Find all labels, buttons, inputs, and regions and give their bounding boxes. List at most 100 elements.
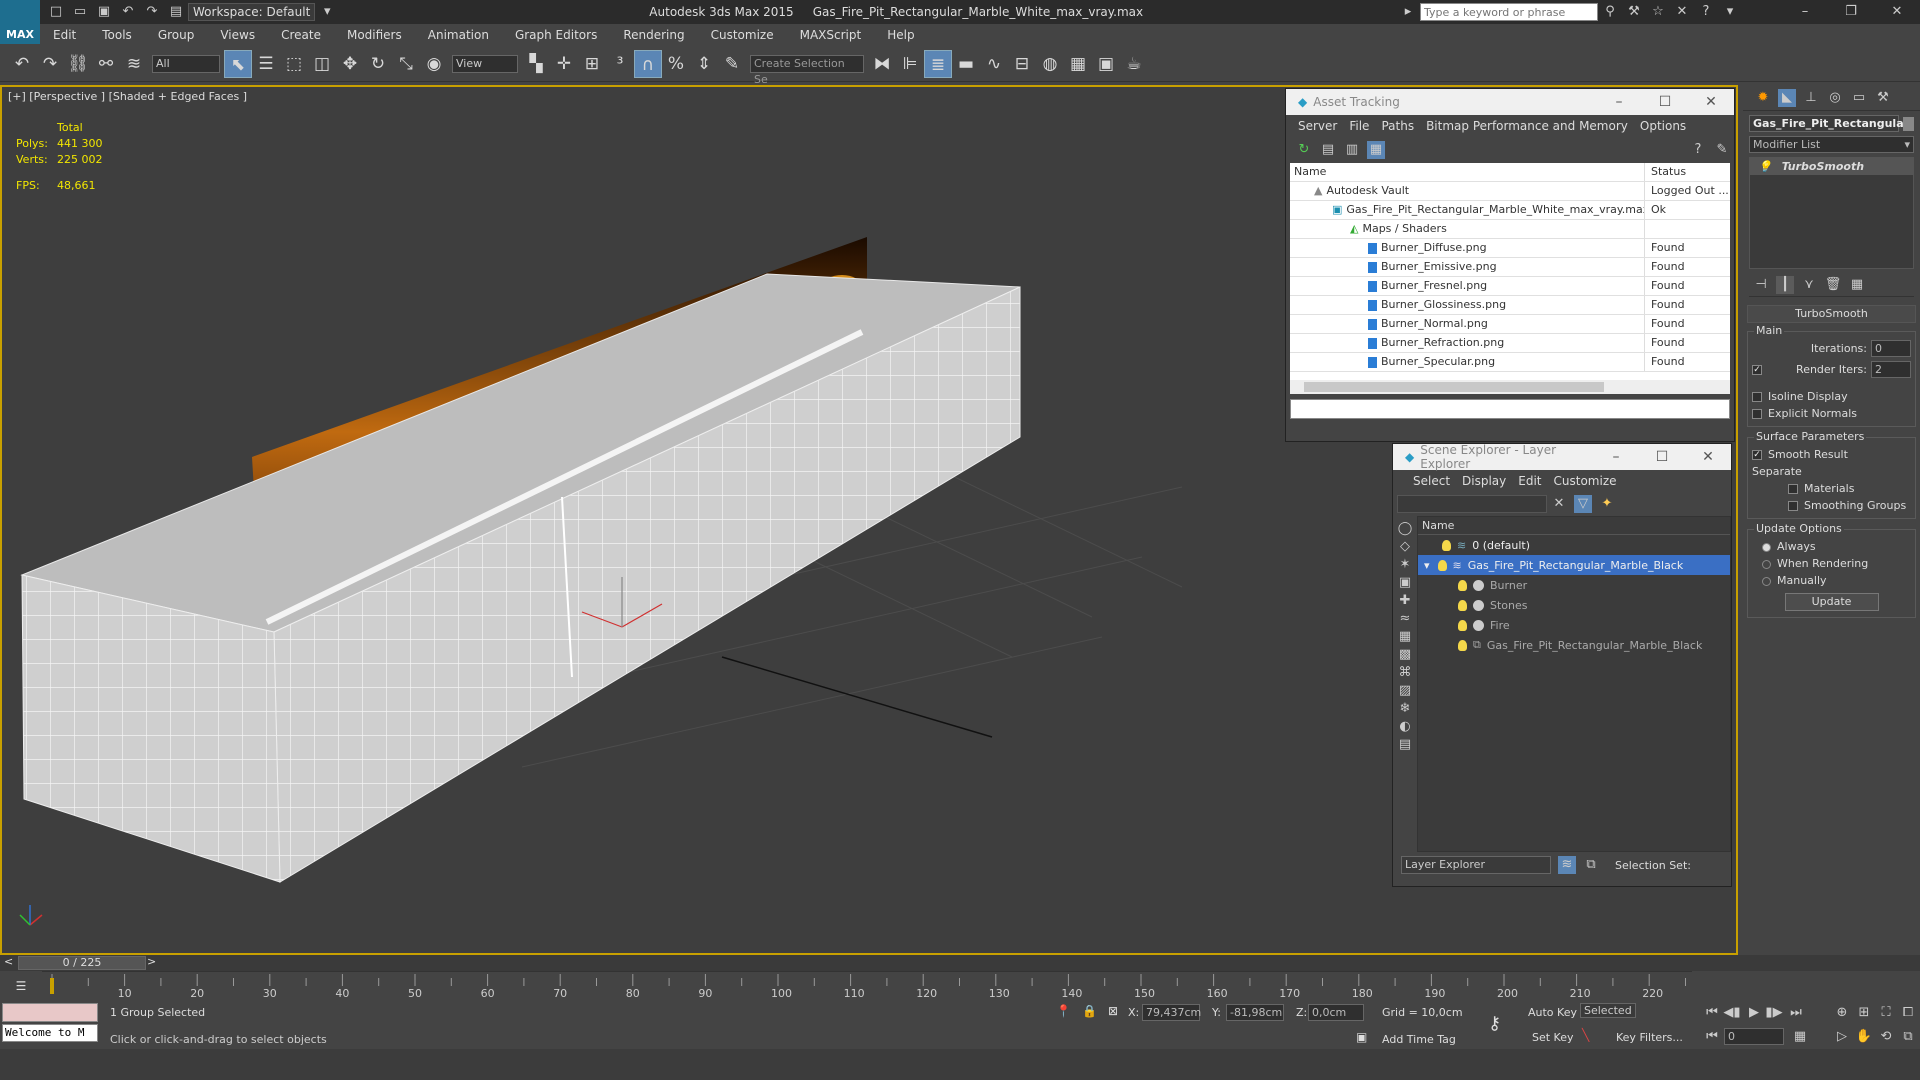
cameras-filter-icon[interactable]: ▣ (1396, 574, 1414, 592)
set-key-button[interactable]: Set Key (1532, 1031, 1574, 1044)
link-icon[interactable]: ⛓ (64, 50, 92, 78)
bind-space-warp-icon[interactable]: ≋ (120, 50, 148, 78)
keyboard-shortcut-icon[interactable]: ⊞ (578, 50, 606, 78)
modifier-list-dropdown[interactable]: Modifier List ▾ (1749, 136, 1914, 153)
menu-edit[interactable]: Edit (40, 28, 89, 42)
rect-selection-icon[interactable]: ⬚ (280, 50, 308, 78)
add-time-tag[interactable]: Add Time Tag (1382, 1033, 1456, 1046)
menu-tools[interactable]: Tools (89, 28, 145, 42)
settings-icon[interactable]: ✎ (1713, 141, 1731, 159)
isoline-checkbox[interactable] (1752, 392, 1762, 402)
menu-help[interactable]: Help (874, 28, 927, 42)
light-bulb-icon[interactable] (1458, 579, 1467, 591)
next-key-icon[interactable]: ▮▶ (1765, 1004, 1783, 1022)
project-folder-icon[interactable]: ▤ (167, 3, 185, 21)
render-iters-spinner[interactable]: 2 (1871, 361, 1911, 378)
set-key-icon[interactable]: ╲ (1582, 1028, 1589, 1042)
object-row[interactable]: ⧉ Gas_Fire_Pit_Rectangular_Marble_Black (1418, 635, 1730, 655)
render-iters-checkbox[interactable]: ✓ (1752, 364, 1762, 375)
scale-icon[interactable]: ⤡ (392, 50, 420, 78)
minimize-icon[interactable]: – (1785, 3, 1825, 21)
zoom-icon[interactable]: ⊕ (1833, 1004, 1851, 1022)
lights-filter-icon[interactable]: ✶ (1396, 556, 1414, 574)
workspace-chevron-icon[interactable]: ▾ (318, 3, 336, 21)
open-file-icon[interactable]: ▭ (71, 3, 89, 21)
le-menu-customize[interactable]: Customize (1548, 474, 1623, 488)
layer-name-header[interactable]: Name (1418, 517, 1730, 535)
maximize-icon[interactable]: ☐ (1639, 449, 1685, 465)
create-tab-icon[interactable]: ✹ (1754, 89, 1772, 107)
layer-manager-icon[interactable]: ≣ (924, 49, 952, 78)
pivot-icon[interactable]: ▚ (522, 50, 550, 78)
render-icon[interactable]: ☕ (1120, 50, 1148, 78)
layer-row-default[interactable]: ≋ 0 (default) (1418, 535, 1730, 555)
orbit-icon[interactable]: ⟲ (1877, 1028, 1895, 1046)
explorer-type-dropdown[interactable]: Layer Explorer (1401, 856, 1551, 874)
light-bulb-icon[interactable] (1458, 599, 1467, 611)
smooth-result-checkbox[interactable]: ✓ (1752, 450, 1762, 460)
light-bulb-icon[interactable] (1458, 639, 1467, 651)
auto-key-button[interactable]: Auto Key (1528, 1006, 1577, 1019)
time-tag-icon[interactable]: ▣ (1356, 1030, 1367, 1044)
clear-search-icon[interactable]: ✕ (1550, 495, 1568, 513)
object-row[interactable]: Stones (1418, 595, 1730, 615)
le-menu-edit[interactable]: Edit (1512, 474, 1547, 488)
motion-tab-icon[interactable]: ◎ (1826, 89, 1844, 107)
layers-mode-icon[interactable]: ≋ (1558, 856, 1576, 874)
stack-item-turbosmooth[interactable]: 💡 TurboSmooth (1750, 158, 1913, 175)
col-name-header[interactable]: Name (1290, 163, 1645, 181)
at-menu-bitmap[interactable]: Bitmap Performance and Memory (1420, 119, 1634, 133)
maxscript-listener-field[interactable] (2, 1003, 98, 1022)
spacewarps-filter-icon[interactable]: ≈ (1396, 610, 1414, 628)
menu-graph-editors[interactable]: Graph Editors (502, 28, 610, 42)
maximize-viewport-icon[interactable]: ⧉ (1899, 1028, 1917, 1046)
track-bar[interactable]: 10 20 30 40 50 60 70 80 90 100 110 120 130 140 150 160 1… (42, 971, 1692, 1001)
light-bulb-icon[interactable] (1458, 619, 1467, 631)
y-coord-field[interactable]: -81,98cm (1226, 1004, 1284, 1021)
bones-filter-icon[interactable]: ⌘ (1396, 664, 1414, 682)
z-coord-field[interactable]: 0,0cm (1308, 1004, 1364, 1021)
rotate-icon[interactable]: ↻ (364, 50, 392, 78)
pin-stack-icon[interactable]: ⊣ (1752, 276, 1770, 294)
turbosmooth-rollout[interactable]: TurboSmooth (1747, 305, 1916, 323)
table-row[interactable]: Burner_Diffuse.png Found (1290, 239, 1730, 258)
field-of-view-icon[interactable]: ▷ (1833, 1028, 1851, 1046)
curve-editor-icon[interactable]: ∿ (980, 50, 1008, 78)
list-view-icon[interactable]: ▤ (1319, 141, 1337, 159)
minimize-icon[interactable]: – (1596, 94, 1642, 110)
isolate-pin-icon[interactable]: 📍 (1056, 1004, 1071, 1018)
containers-filter-icon[interactable]: ▨ (1396, 682, 1414, 700)
key-filters-button[interactable]: Key Filters... (1616, 1031, 1683, 1044)
zoom-all-icon[interactable]: ⊞ (1855, 1004, 1873, 1022)
align-icon[interactable]: ⊫ (896, 50, 924, 78)
frozen-filter-icon[interactable]: ❄ (1396, 700, 1414, 718)
menu-modifiers[interactable]: Modifiers (334, 28, 415, 42)
table-row[interactable]: Burner_Fresnel.png Found (1290, 277, 1730, 296)
object-color-swatch[interactable] (1903, 116, 1914, 131)
layer-search-input[interactable] (1397, 495, 1547, 513)
table-row[interactable]: ▲ Autodesk Vault Logged Out ... (1290, 182, 1730, 201)
menu-maxscript[interactable]: MAXScript (787, 28, 875, 42)
col-status-header[interactable]: Status (1645, 163, 1730, 181)
manually-radio[interactable] (1762, 576, 1771, 586)
when-rendering-radio[interactable] (1762, 559, 1771, 569)
spinner-snap-icon[interactable]: ⇕ (690, 50, 718, 78)
utilities-tab-icon[interactable]: ⚒ (1874, 89, 1892, 107)
layer-row-selected[interactable]: ▾ ≋ Gas_Fire_Pit_Rectangular_Marble_Black (1418, 555, 1730, 575)
menu-create[interactable]: Create (268, 28, 334, 42)
display-all-icon[interactable]: ▤ (1396, 736, 1414, 754)
explicit-normals-checkbox[interactable] (1752, 409, 1762, 419)
window-crossing-icon[interactable]: ◫ (308, 50, 336, 78)
shapes-filter-icon[interactable]: ◇ (1396, 538, 1414, 556)
find-icon[interactable]: ✦ (1598, 495, 1616, 513)
update-button[interactable]: Update (1784, 593, 1879, 611)
redo-icon[interactable]: ↷ (143, 3, 161, 21)
filter-icon[interactable]: ▽ (1574, 495, 1592, 513)
ref-coord-dropdown[interactable]: View (452, 54, 518, 73)
next-frame-icon[interactable]: > (147, 955, 156, 968)
remove-modifier-icon[interactable]: 🗑 (1824, 276, 1842, 294)
help-chevron-icon[interactable]: ▾ (1721, 3, 1739, 21)
horizontal-scrollbar[interactable] (1290, 380, 1730, 394)
xrefs-filter-icon[interactable]: ▩ (1396, 646, 1414, 664)
key-mode-toggle-icon[interactable]: ⏮ (1703, 1028, 1721, 1046)
